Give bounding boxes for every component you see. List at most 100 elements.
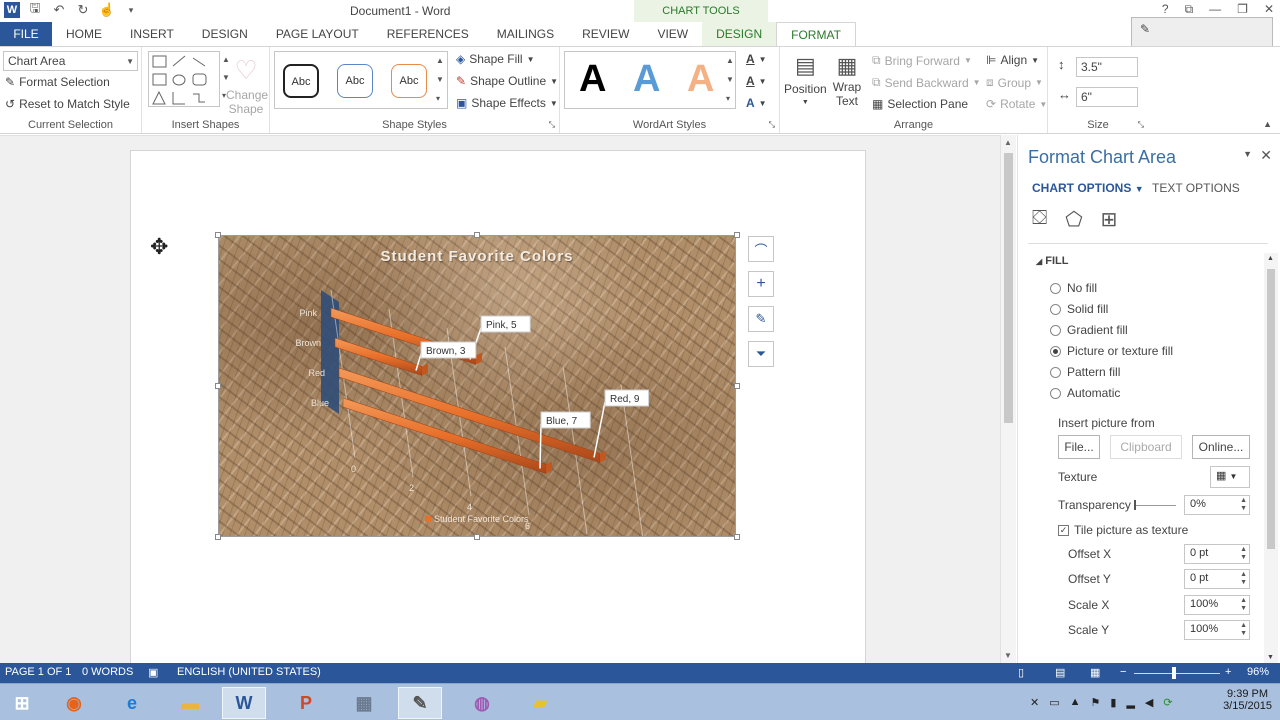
proofing-icon[interactable]: ▣: [148, 666, 158, 679]
tray-usb-icon[interactable]: ▭: [1049, 696, 1059, 709]
scale-x-input[interactable]: 100% ▲ ▼: [1184, 595, 1250, 615]
save-icon[interactable]: 🖫: [26, 0, 44, 19]
read-mode-icon[interactable]: ▯: [1018, 666, 1024, 679]
scroll-up-icon[interactable]: ▲: [1267, 255, 1274, 262]
chart-elements-button[interactable]: +: [748, 271, 774, 297]
scroll-down-icon[interactable]: ▼: [1004, 651, 1012, 660]
dialog-launcher-icon[interactable]: ⤡: [549, 120, 555, 130]
text-fill-button[interactable]: A ▼: [746, 52, 767, 66]
tray-expand-icon[interactable]: ▲: [1070, 696, 1081, 709]
reset-to-match-style-button[interactable]: ↺ Reset to Match Style: [5, 97, 130, 111]
touch-mode-icon[interactable]: ☝: [98, 1, 116, 19]
wordart-style-blue[interactable]: A: [633, 58, 660, 101]
dialog-launcher-icon[interactable]: ⤡: [1138, 120, 1144, 130]
radio-button-selected[interactable]: [1050, 345, 1061, 357]
undo-icon[interactable]: ↶: [50, 1, 68, 19]
tab-page-layout[interactable]: PAGE LAYOUT: [262, 22, 373, 46]
collapse-ribbon-icon[interactable]: ▲: [1263, 119, 1272, 129]
texture-picker[interactable]: ▦ ▼: [1210, 466, 1250, 488]
flag-icon[interactable]: ⚑: [1091, 696, 1101, 709]
radio-pattern-fill[interactable]: Pattern fill: [1050, 365, 1120, 379]
web-layout-icon[interactable]: ▦: [1090, 666, 1100, 679]
shape-style-tile-2[interactable]: Abc: [337, 64, 373, 98]
pane-options-icon[interactable]: ▼: [1243, 149, 1252, 159]
tab-chart-design[interactable]: DESIGN: [702, 22, 777, 46]
shape-style-tile-3[interactable]: Abc: [391, 64, 427, 98]
file-explorer-icon[interactable]: ▬: [168, 687, 212, 719]
shape-outline-button[interactable]: ✎ Shape Outline ▼: [456, 74, 558, 88]
selection-pane-button[interactable]: ▦ Selection Pane: [872, 97, 968, 111]
wordart-gallery-scroll[interactable]: ▲ ▼ ▾: [726, 51, 734, 108]
word-count[interactable]: 0 WORDS: [82, 666, 133, 678]
radio-no-fill[interactable]: No fill: [1050, 281, 1097, 295]
resize-handle-se[interactable]: [734, 534, 740, 540]
spinner-icon[interactable]: ▲ ▼: [1240, 622, 1247, 638]
spinner-icon[interactable]: ▲ ▼: [1240, 497, 1247, 513]
network-icon[interactable]: ▂: [1126, 696, 1134, 709]
system-clock[interactable]: 9:39 PM 3/15/2015: [1223, 688, 1272, 712]
radio-button[interactable]: [1050, 324, 1061, 336]
offset-y-input[interactable]: 0 pt ▲ ▼: [1184, 569, 1250, 589]
screen-recorder-taskbar-icon[interactable]: ✎: [398, 687, 442, 719]
zoom-level[interactable]: 96%: [1247, 666, 1269, 678]
text-outline-button[interactable]: A ▼: [746, 74, 767, 88]
tab-references[interactable]: REFERENCES: [373, 22, 483, 46]
tab-review[interactable]: REVIEW: [568, 22, 643, 46]
word-taskbar-icon[interactable]: W: [222, 687, 266, 719]
powerpoint-taskbar-icon[interactable]: P: [284, 687, 328, 719]
spinner-icon[interactable]: ▲ ▼: [1240, 571, 1247, 587]
bring-forward-button[interactable]: ⧉ Bring Forward ▼: [872, 53, 972, 68]
tab-insert[interactable]: INSERT: [116, 22, 188, 46]
format-selection-button[interactable]: ✎ Format Selection: [5, 75, 110, 89]
resize-handle-ne[interactable]: [734, 232, 740, 238]
radio-button[interactable]: [1050, 282, 1061, 294]
tab-view[interactable]: VIEW: [643, 22, 702, 46]
chart-element-dropdown[interactable]: Chart Area ▼: [3, 51, 138, 71]
size-properties-icon[interactable]: ⊞: [1101, 207, 1118, 232]
radio-button[interactable]: [1050, 303, 1061, 315]
shape-height-input[interactable]: 3.5": [1076, 57, 1138, 77]
chart-styles-button[interactable]: ✎: [748, 306, 774, 332]
scale-y-input[interactable]: 100% ▲ ▼: [1184, 620, 1250, 640]
resize-handle-w[interactable]: [215, 383, 221, 389]
layout-options-button[interactable]: ⌒: [748, 236, 774, 262]
tab-file[interactable]: FILE: [0, 22, 52, 46]
dialog-launcher-icon[interactable]: ⤡: [769, 120, 775, 130]
redo-icon[interactable]: ↻: [74, 1, 92, 19]
effects-pentagon-icon[interactable]: ⬠: [1065, 207, 1082, 232]
shape-styles-gallery[interactable]: Abc Abc Abc: [274, 51, 448, 109]
wordart-style-black[interactable]: A: [579, 58, 606, 101]
tab-mailings[interactable]: MAILINGS: [483, 22, 568, 46]
fill-line-icon[interactable]: ⛋: [1032, 207, 1047, 232]
page-count[interactable]: PAGE 1 OF 1: [5, 666, 71, 678]
radio-button[interactable]: [1050, 387, 1061, 399]
resize-handle-sw[interactable]: [215, 534, 221, 540]
text-effects-button[interactable]: A ▼: [746, 96, 767, 110]
language-indicator[interactable]: ENGLISH (UNITED STATES): [177, 666, 321, 678]
print-layout-icon[interactable]: ▤: [1055, 666, 1065, 679]
online-button[interactable]: Online...: [1192, 435, 1250, 459]
sync-icon[interactable]: ⟳: [1163, 696, 1172, 709]
battery-icon[interactable]: ▮: [1110, 696, 1116, 709]
tile-checkbox[interactable]: ✓: [1058, 524, 1069, 536]
spinner-icon[interactable]: ▲ ▼: [1240, 546, 1247, 562]
internet-explorer-icon[interactable]: e: [110, 687, 154, 719]
scrollbar-thumb[interactable]: [1004, 153, 1013, 423]
file-button[interactable]: File...: [1058, 435, 1100, 459]
tab-text-options[interactable]: TEXT OPTIONS: [1152, 181, 1240, 195]
tab-chart-options[interactable]: CHART OPTIONS ▼: [1032, 181, 1144, 195]
radio-solid-fill[interactable]: Solid fill: [1050, 302, 1108, 316]
tray-close-icon[interactable]: ✕: [1030, 696, 1039, 709]
align-button[interactable]: ⊫ Align ▼: [986, 53, 1039, 67]
volume-icon[interactable]: ◀: [1145, 696, 1153, 709]
clipboard-button[interactable]: Clipboard: [1110, 435, 1182, 459]
spinner-icon[interactable]: ▲ ▼: [1240, 597, 1247, 613]
rotate-button[interactable]: ⟳ Rotate ▼: [986, 97, 1047, 111]
radio-button[interactable]: [1050, 366, 1061, 378]
radio-automatic[interactable]: Automatic: [1050, 386, 1120, 400]
tab-chart-format[interactable]: FORMAT: [776, 22, 856, 46]
pane-close-icon[interactable]: ✕: [1260, 147, 1272, 164]
chart-area[interactable]: Student Favorite Colors Pink, 5 Brown, 3 R…: [218, 235, 736, 537]
firefox-icon[interactable]: ◉: [52, 687, 96, 719]
shape-style-tile-1[interactable]: Abc: [283, 64, 319, 98]
